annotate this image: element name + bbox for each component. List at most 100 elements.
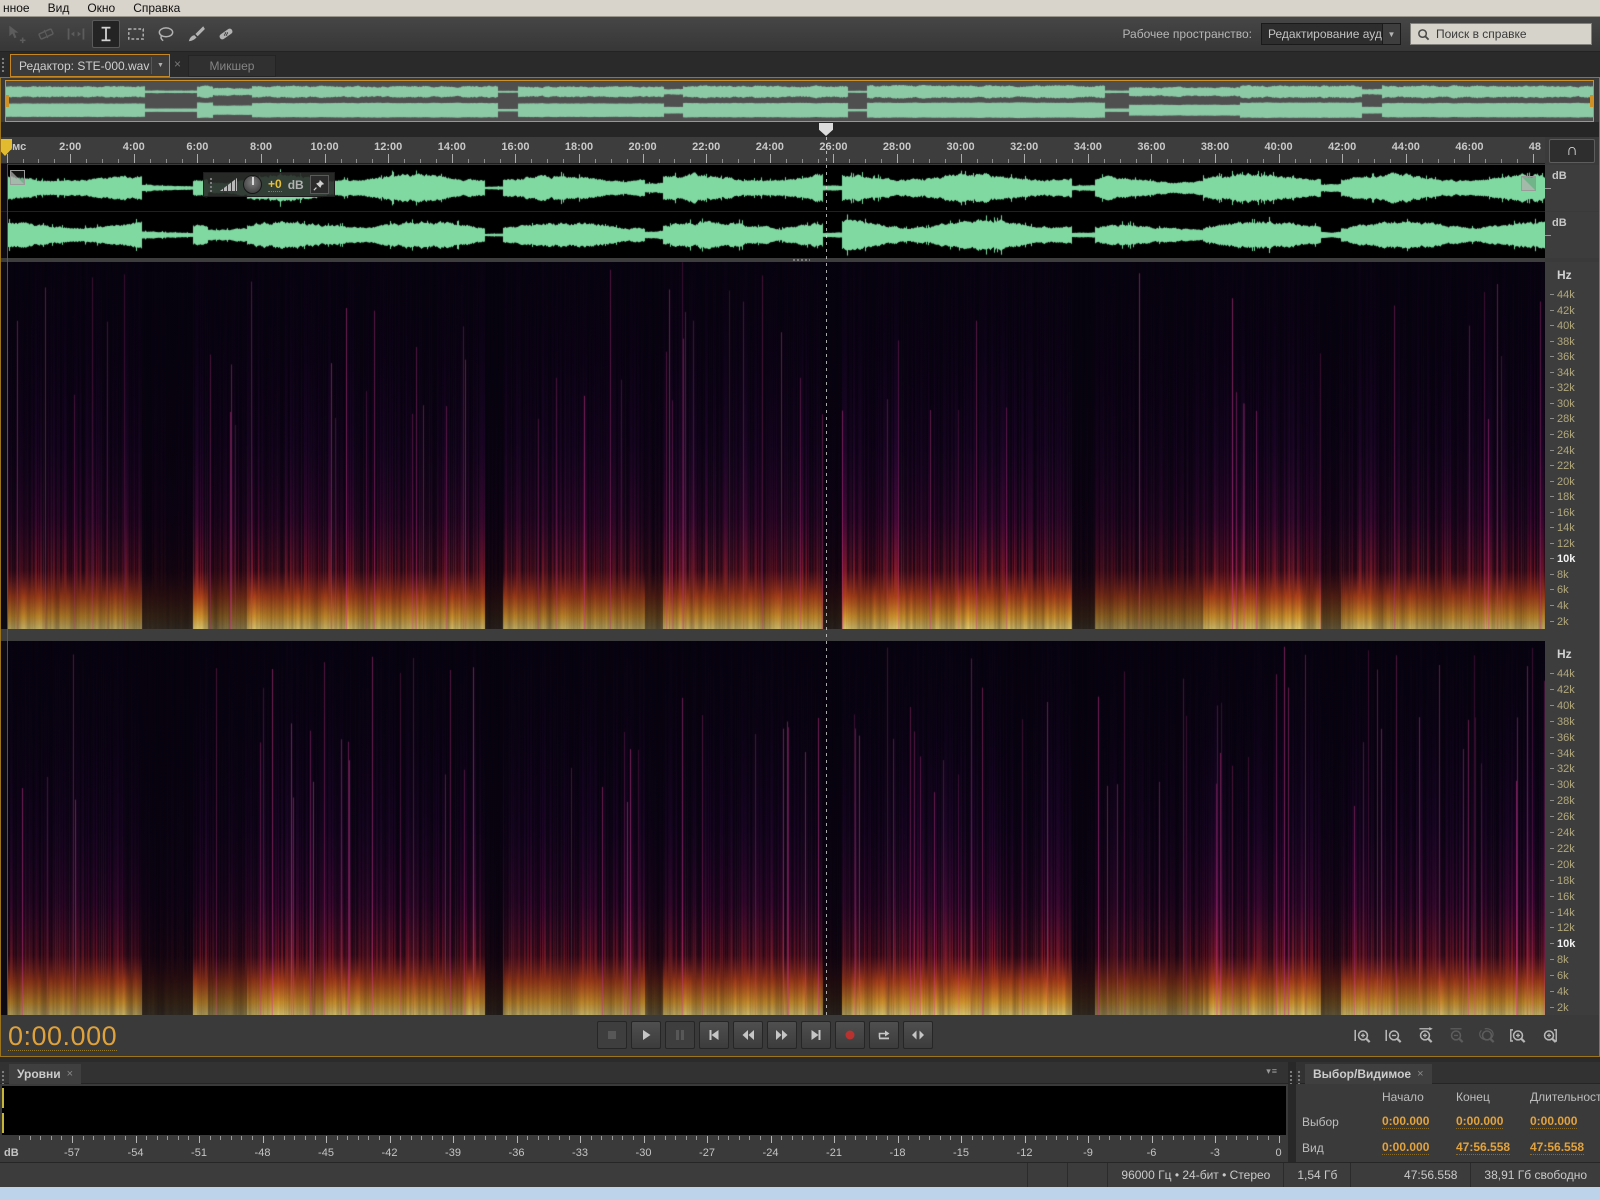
marquee-selection-tool-icon[interactable] <box>122 20 150 48</box>
tab-dropdown-icon[interactable]: ▼ <box>151 57 169 74</box>
meter-db-label: -33 <box>572 1147 588 1159</box>
ruler-time-label: 20:00 <box>629 141 657 153</box>
help-search-input[interactable]: Поиск в справке <box>1410 23 1592 45</box>
loop-playback-button[interactable] <box>869 1021 899 1049</box>
timeline-ruler[interactable]: ммс 48 2:004:006:008:0010:0012:0014:0016… <box>0 137 1545 164</box>
selection-column-header: Конец <box>1456 1090 1530 1104</box>
status-free-space: 38,91 Гб свободно <box>1470 1163 1600 1187</box>
meter-db-label: -48 <box>255 1147 271 1159</box>
overview-range-handle-right[interactable] <box>1590 95 1594 107</box>
ruler-time-label: 36:00 <box>1137 141 1165 153</box>
waveform-spectrogram-splitter[interactable] <box>0 258 1545 262</box>
ruler-time-label: 18:00 <box>565 141 593 153</box>
tab-close-icon[interactable]: × <box>174 58 181 70</box>
close-icon[interactable] <box>67 1068 73 1080</box>
ruler-time-label: 14:00 <box>438 141 466 153</box>
ruler-time-label: 16:00 <box>501 141 529 153</box>
overview-waveform[interactable] <box>6 81 1593 121</box>
menu-item-1[interactable]: Вид <box>39 1 79 15</box>
tab-editor[interactable]: Редактор: STE-000.wav ▼ <box>10 54 170 77</box>
selection-view-tab[interactable]: Выбор/Видимое <box>1305 1064 1432 1084</box>
ruler-time-label: 40:00 <box>1265 141 1293 153</box>
overview-range-handle-left[interactable] <box>5 95 9 107</box>
ruler-time-label: 12:00 <box>374 141 402 153</box>
panel-grip[interactable] <box>1297 1070 1302 1084</box>
headphones-icon[interactable] <box>1549 139 1595 163</box>
panel-menu-icon[interactable]: ▾≡ <box>1266 1066 1278 1077</box>
gain-unit-label: dB <box>288 178 304 192</box>
ruler-time-label: 28:00 <box>883 141 911 153</box>
frequency-scale-right[interactable]: Hz44k42k40k38k36k34k32k30k28k26k24k22k20… <box>1545 641 1600 1015</box>
ruler-time-label: 38:00 <box>1201 141 1229 153</box>
selection-value[interactable]: 0:00.000 <box>1382 1140 1429 1155</box>
zoom-out-vertical-button[interactable] <box>1382 1026 1405 1046</box>
meter-db-label: -21 <box>826 1147 842 1159</box>
gain-value[interactable]: +0 <box>268 177 282 192</box>
volume-hud[interactable]: +0 dB <box>203 172 335 197</box>
gain-knob[interactable] <box>243 175 262 194</box>
zoom-in-horizontal-button[interactable] <box>1413 1026 1436 1046</box>
menu-item-0[interactable]: нное <box>0 1 39 15</box>
tab-mixer[interactable]: Микшер <box>188 55 276 77</box>
ruler-time-label: 2:00 <box>59 141 81 153</box>
hz-tick-label: 10k <box>1550 938 1575 950</box>
close-icon[interactable] <box>1417 1068 1423 1080</box>
zoom-to-in-point-button[interactable] <box>1506 1026 1529 1046</box>
pin-hud-button[interactable] <box>310 175 329 194</box>
frequency-scale-left[interactable]: Hz44k42k40k38k36k34k32k30k28k26k24k22k20… <box>1545 262 1600 629</box>
panel-grip[interactable] <box>1 57 6 72</box>
playhead-line <box>826 137 827 1015</box>
spot-healing-brush-tool-icon[interactable] <box>212 20 240 48</box>
skip-to-start-button[interactable] <box>699 1021 729 1049</box>
divider-grip[interactable] <box>1289 1070 1294 1084</box>
fade-out-handle[interactable] <box>1521 176 1536 191</box>
zoom-out-horizontal-button <box>1444 1026 1467 1046</box>
meter-db-label: -51 <box>191 1147 207 1159</box>
skip-to-end-button[interactable] <box>801 1021 831 1049</box>
spectrogram-left[interactable] <box>8 262 1545 629</box>
chevron-down-icon[interactable]: ▼ <box>1382 24 1400 44</box>
marker-strip[interactable] <box>0 122 1600 137</box>
channel-right-waveform[interactable] <box>8 212 1545 258</box>
time-display[interactable]: 0:00.000 <box>8 1022 117 1051</box>
menu-item-3[interactable]: Справка <box>124 1 189 15</box>
fade-in-handle[interactable] <box>10 170 25 185</box>
workspace-dropdown[interactable]: Редактирование ауд... ▼ <box>1261 23 1401 45</box>
panel-tab-bar: Редактор: STE-000.wav ▼ × Микшер <box>0 52 1600 77</box>
level-meter[interactable] <box>2 1086 1286 1135</box>
spectrogram-right[interactable] <box>8 641 1545 1015</box>
splitter-grip[interactable] <box>792 258 810 262</box>
zoom-to-out-point-button[interactable] <box>1537 1026 1560 1046</box>
panel-divider[interactable] <box>1288 1062 1296 1162</box>
panel-grip[interactable] <box>1 1070 6 1084</box>
ruler-time-label: 34:00 <box>1074 141 1102 153</box>
zoom-in-vertical-button[interactable] <box>1351 1026 1374 1046</box>
time-selection-tool-icon[interactable] <box>92 20 120 48</box>
skip-selection-button[interactable] <box>903 1021 933 1049</box>
selection-value[interactable]: 47:56.558 <box>1530 1140 1584 1155</box>
selection-column-header: Длительность <box>1530 1090 1600 1104</box>
workspace-value: Редактирование ауд... <box>1268 27 1382 41</box>
audition-window: нноеВидОкноСправка Рабочее пространство:… <box>0 0 1600 1200</box>
selection-value[interactable]: 0:00.000 <box>1456 1114 1503 1129</box>
record-button[interactable] <box>835 1021 865 1049</box>
hz-tick-label: 4k <box>1550 600 1569 612</box>
status-file-size: 1,54 Гб <box>1283 1163 1350 1187</box>
meter-db-label: -57 <box>64 1147 80 1159</box>
paintbrush-selection-tool-icon[interactable] <box>182 20 210 48</box>
menu-bar: нноеВидОкноСправка <box>0 0 1600 17</box>
selection-value[interactable]: 0:00.000 <box>1530 1114 1577 1129</box>
stretch-tool-icon <box>62 20 90 48</box>
menu-item-2[interactable]: Окно <box>78 1 124 15</box>
channel-divider[interactable] <box>0 211 1545 212</box>
reset-zoom-button <box>1475 1026 1498 1046</box>
rewind-button[interactable] <box>733 1021 763 1049</box>
hud-grip[interactable] <box>209 177 214 192</box>
levels-tab[interactable]: Уровни <box>9 1064 81 1084</box>
selection-value[interactable]: 47:56.558 <box>1456 1140 1510 1155</box>
play-button[interactable] <box>631 1021 661 1049</box>
fast-forward-button[interactable] <box>767 1021 797 1049</box>
selection-value[interactable]: 0:00.000 <box>1382 1114 1429 1129</box>
hz-tick-label: 22k <box>1550 843 1575 855</box>
lasso-selection-tool-icon[interactable] <box>152 20 180 48</box>
